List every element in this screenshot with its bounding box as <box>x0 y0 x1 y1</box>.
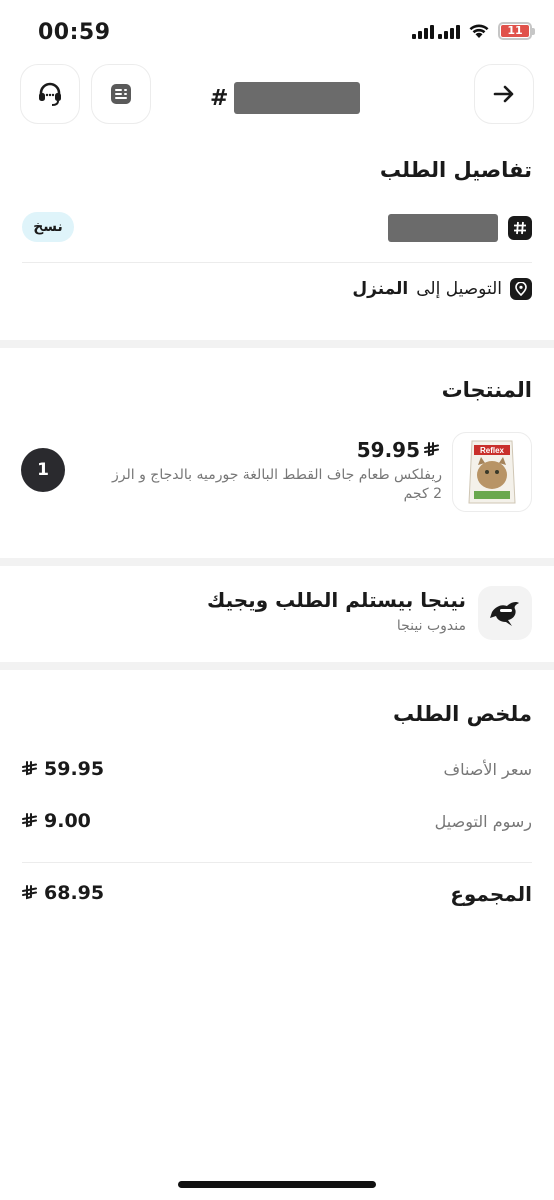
status-time: 00:59 <box>38 20 111 45</box>
riyal-icon <box>22 813 37 828</box>
location-pin-icon <box>510 278 532 300</box>
items-price-row: سعر الأصناف 59.95 <box>22 756 532 786</box>
home-indicator[interactable] <box>178 1181 376 1188</box>
delivery-prefix: التوصيل إلى <box>416 279 502 299</box>
wifi-icon <box>468 23 490 39</box>
total-row: المجموع 68.95 <box>22 880 532 910</box>
riyal-icon <box>424 442 439 457</box>
receipt-button[interactable] <box>91 64 151 124</box>
items-price-value: 59.95 <box>44 758 105 780</box>
copy-button[interactable]: نسخ <box>22 212 74 242</box>
items-price-label: سعر الأصناف <box>443 760 532 779</box>
divider <box>22 262 532 263</box>
order-summary-title: ملخص الطلب <box>392 702 532 726</box>
arrow-right-icon <box>493 85 514 103</box>
product-price: 59.95 <box>357 438 442 462</box>
delivery-fee-value: 9.00 <box>44 810 91 832</box>
back-button[interactable] <box>474 64 534 124</box>
section-separator <box>0 558 554 566</box>
support-button[interactable] <box>20 64 80 124</box>
section-separator <box>0 662 554 670</box>
header: # <box>0 62 554 134</box>
status-icons: 11 <box>412 22 535 40</box>
total-value: 68.95 <box>44 882 105 904</box>
delivery-fee-label: رسوم التوصيل <box>434 812 532 831</box>
total-label: المجموع <box>450 882 532 906</box>
order-details-title: تفاصيل الطلب <box>379 158 532 182</box>
battery-level: 11 <box>501 25 529 37</box>
svg-text:Reflex: Reflex <box>480 446 505 455</box>
headset-icon <box>39 82 61 106</box>
battery-icon: 11 <box>498 22 535 40</box>
product-image[interactable]: Reflex <box>452 432 532 512</box>
cat-food-bag-image: Reflex <box>468 440 516 504</box>
section-separator <box>0 340 554 348</box>
quantity-badge: 1 <box>21 448 65 492</box>
order-details-section: تفاصيل الطلب نسخ التوصيل إلى المنزل <box>0 134 554 340</box>
product-name: ريفلكس طعام جاف القطط البالغة جورميه بال… <box>111 467 442 502</box>
products-section: المنتجات Reflex 59.95 ريفلكس طعام جاف ال… <box>0 348 554 558</box>
hash-icon <box>508 216 532 240</box>
divider <box>22 862 532 863</box>
order-summary-section: ملخص الطلب سعر الأصناف 59.95 رسوم التوصي… <box>0 670 554 1170</box>
total: 68.95 <box>22 882 104 904</box>
receipt-icon <box>111 84 131 104</box>
items-price: 59.95 <box>22 758 104 780</box>
ninja-icon <box>478 586 532 640</box>
delivery-type-row: التوصيل إلى المنزل <box>352 278 532 300</box>
order-id-row <box>388 214 532 242</box>
signal-icon <box>412 23 460 39</box>
redacted-order-id <box>388 214 498 242</box>
status-bar: 00:59 11 <box>0 0 554 62</box>
riyal-icon <box>22 885 37 900</box>
delivery-fee-row: رسوم التوصيل 9.00 <box>22 808 532 838</box>
riyal-icon <box>22 761 37 776</box>
products-title: المنتجات <box>441 378 532 402</box>
delivery-place: المنزل <box>352 279 409 299</box>
product-price-value: 59.95 <box>356 438 420 462</box>
courier-subtitle: مندوب نينجا <box>396 618 466 634</box>
order-number-title: # <box>210 82 361 114</box>
redacted-order-number <box>234 82 361 114</box>
delivery-fee: 9.00 <box>22 810 91 832</box>
courier-section: نينجا بيستلم الطلب ويجيك مندوب نينجا <box>0 566 554 662</box>
hash-symbol: # <box>210 85 229 111</box>
courier-title: نينجا بيستلم الطلب ويجيك <box>206 588 466 612</box>
